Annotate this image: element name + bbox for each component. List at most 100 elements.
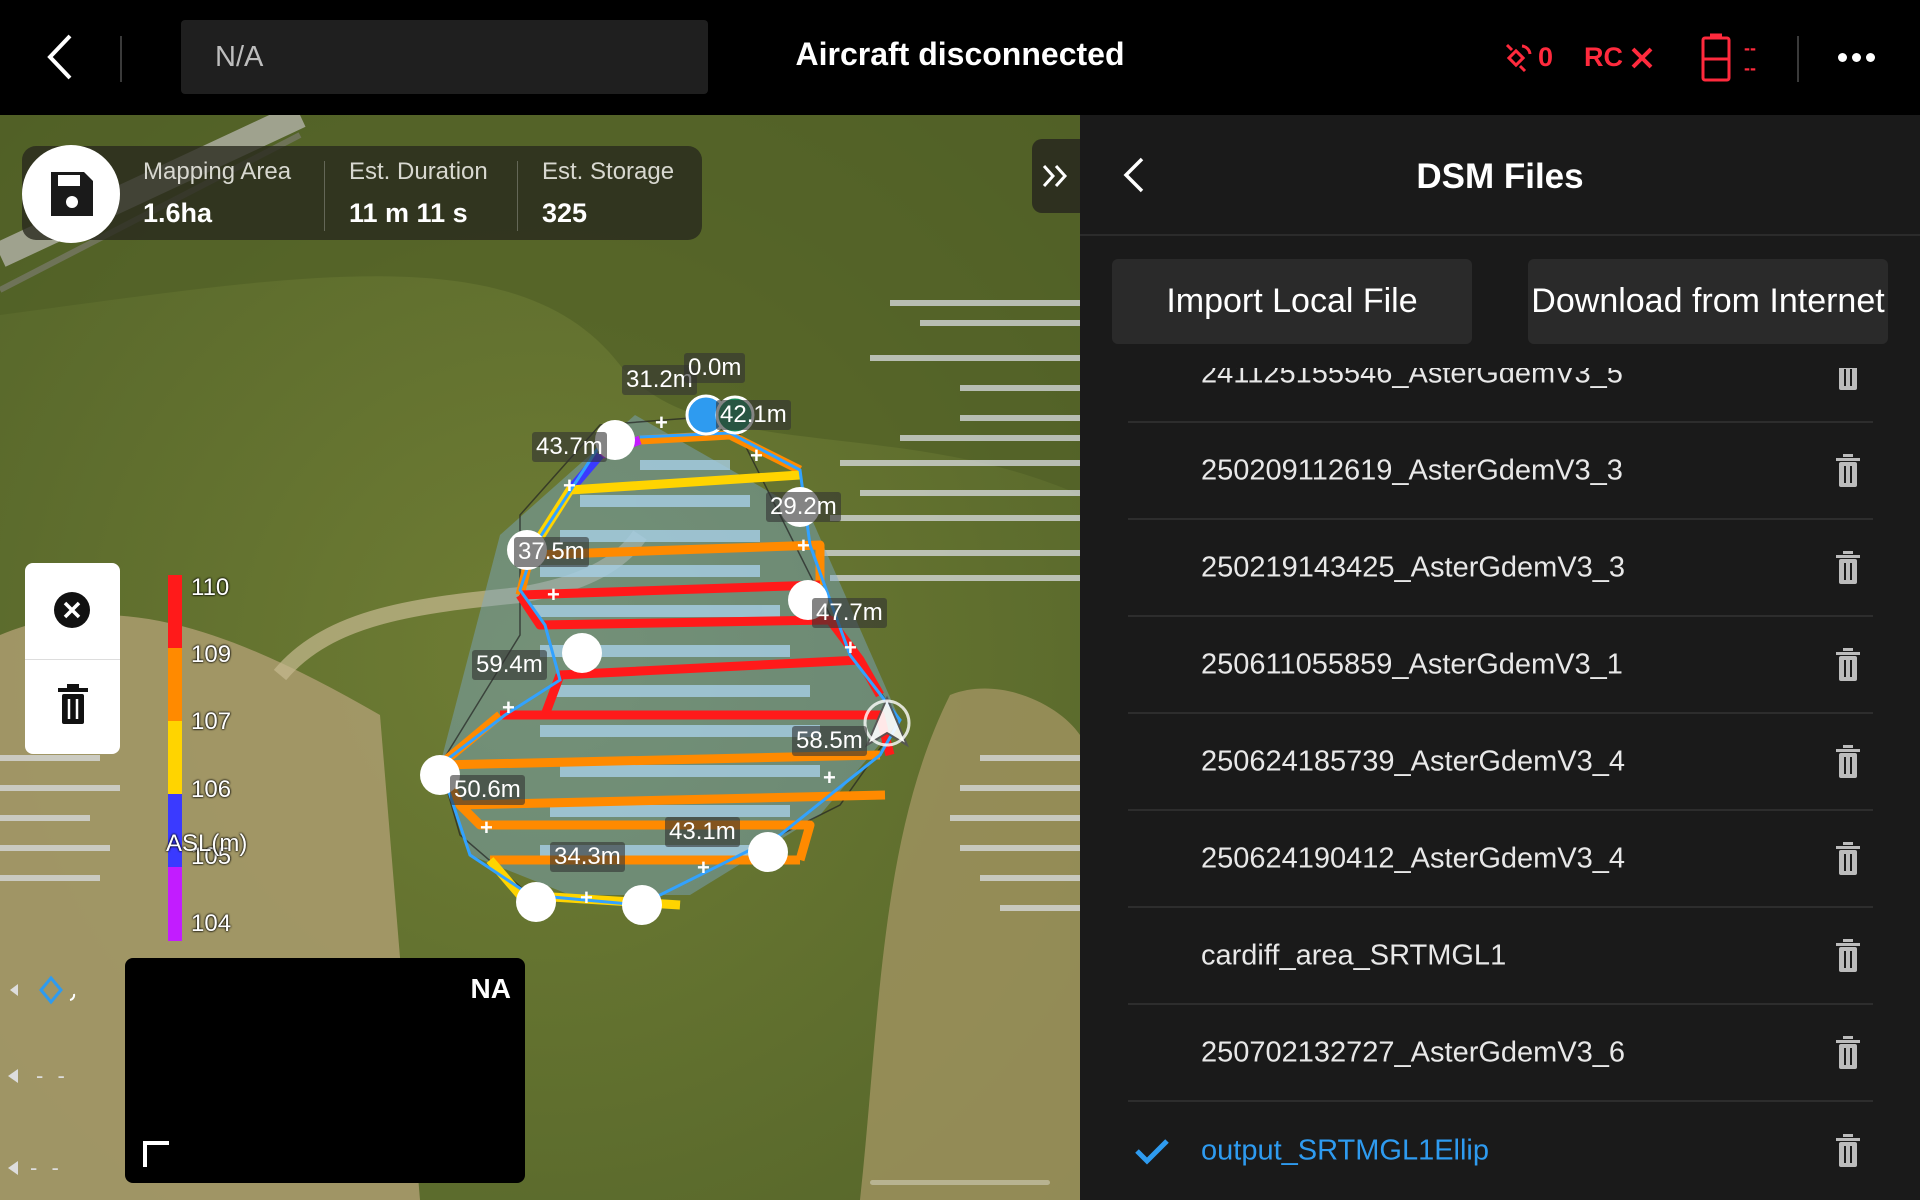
close-circle-icon	[54, 592, 90, 628]
compass-indicator[interactable]	[6, 970, 86, 1015]
stat-storage: Est. Storage 325	[542, 158, 674, 229]
trash-icon[interactable]	[1833, 841, 1863, 877]
fpv-preview[interactable]: NA	[125, 958, 525, 1183]
import-local-file-button[interactable]: Import Local File	[1112, 259, 1472, 344]
gps-status[interactable]: 0	[1502, 0, 1553, 115]
trash-icon[interactable]	[1833, 453, 1863, 489]
back-button[interactable]	[40, 28, 80, 86]
file-row[interactable]: 250702132727_AsterGdemV3_6	[1128, 1005, 1873, 1102]
chevron-left-icon	[1123, 157, 1144, 193]
triangle-left-icon	[8, 1161, 18, 1175]
clear-button[interactable]	[25, 563, 120, 658]
double-chevron-right-icon	[1042, 164, 1068, 188]
battery-value-2: --	[1744, 57, 1756, 78]
battery-status[interactable]: -- --	[1700, 0, 1756, 115]
stat-label: Mapping Area	[143, 158, 292, 185]
file-row[interactable]: 250219143425_AsterGdemV3_3	[1128, 520, 1873, 617]
file-name: 250624190412_AsterGdemV3_4	[1201, 842, 1626, 874]
battery-icon	[1701, 33, 1731, 81]
checkmark-icon	[1135, 1138, 1169, 1165]
save-button[interactable]	[22, 145, 120, 243]
satellite-count: 0	[1538, 42, 1554, 72]
stat-label: Est. Storage	[542, 158, 675, 185]
dot	[1866, 53, 1875, 62]
file-row[interactable]: 250624190412_AsterGdemV3_4	[1128, 811, 1873, 908]
trash-icon[interactable]	[1833, 647, 1863, 683]
distance-label: 42.1m	[716, 400, 791, 430]
chevron-left-icon	[47, 34, 72, 80]
trash-icon[interactable]	[1833, 938, 1863, 974]
speed-value: - -	[30, 1155, 63, 1180]
svg-text:+: +	[697, 855, 710, 880]
file-row[interactable]: cardiff_area_SRTMGL1	[1128, 908, 1873, 1005]
distance-label: 47.7m	[812, 598, 887, 628]
distance-label: 37.5m	[514, 537, 589, 567]
mission-name-field[interactable]: N/A	[181, 20, 708, 94]
legend-tick: 110	[191, 574, 230, 601]
trash-icon[interactable]	[1833, 368, 1863, 392]
distance-label: 43.1m	[665, 817, 740, 847]
distance-label: 34.3m	[550, 842, 625, 872]
svg-text:+: +	[580, 885, 593, 910]
svg-text:+: +	[563, 473, 576, 498]
legend-tick: 109	[191, 641, 232, 668]
map-view[interactable]: + + + + + + + + + + + 31.2m 0.0m 42.1m 4…	[0, 115, 1080, 1200]
altitude-indicator: - -	[6, 1063, 69, 1089]
trash-icon[interactable]	[1833, 1133, 1863, 1169]
battery-value-1: --	[1744, 37, 1756, 58]
legend-tick: 107	[191, 708, 232, 735]
file-name: 250611055859_AsterGdemV3_1	[1201, 648, 1623, 680]
rc-status[interactable]: RC	[1584, 0, 1655, 115]
distance-label: 43.7m	[532, 432, 607, 462]
stat-duration: Est. Duration 11 m 11 s	[349, 158, 488, 229]
file-name: 250702132727_AsterGdemV3_6	[1201, 1036, 1626, 1068]
panel-back-button[interactable]	[1120, 152, 1150, 198]
home-indicator	[870, 1180, 1050, 1185]
location-diamond-icon	[10, 975, 76, 1005]
elevation-legend-bar	[168, 575, 182, 941]
legend-gradient	[168, 575, 182, 941]
stat-value: 1.6ha	[143, 198, 213, 228]
panel-title: DSM Files	[1416, 157, 1584, 196]
rc-label: RC	[1584, 42, 1623, 72]
legend-unit: ASL(m)	[166, 830, 248, 857]
trash-icon[interactable]	[1833, 1035, 1863, 1071]
svg-text:+: +	[797, 533, 810, 558]
delete-button[interactable]	[25, 660, 120, 755]
divider	[1080, 234, 1920, 236]
divider	[1797, 36, 1799, 82]
trash-icon[interactable]	[1833, 744, 1863, 780]
file-row-selected[interactable]: output_SRTMGL1Ellip	[1128, 1102, 1873, 1199]
app-root: N/A Aircraft disconnected 0 RC -- -- + +…	[0, 0, 1920, 1200]
divider	[517, 161, 518, 231]
triangle-left-icon	[8, 1069, 18, 1083]
file-name: 250624185739_AsterGdemV3_4	[1201, 745, 1626, 777]
distance-label: 50.6m	[450, 775, 525, 805]
speed-indicator: - -	[6, 1155, 63, 1181]
dsm-file-list[interactable]: 241125155546_AsterGdemV3_5 250209112619_…	[1080, 368, 1920, 1200]
collapse-panel-button[interactable]	[1032, 139, 1080, 213]
altitude-value: - -	[36, 1063, 69, 1088]
dot	[1838, 53, 1847, 62]
close-icon	[1631, 47, 1653, 68]
expand-corner-icon[interactable]	[143, 1141, 169, 1167]
trash-icon[interactable]	[1833, 550, 1863, 586]
file-name: 250209112619_AsterGdemV3_3	[1201, 454, 1623, 486]
distance-label: 0.0m	[684, 353, 746, 383]
distance-label: 58.5m	[792, 726, 867, 756]
more-options-button[interactable]	[1838, 40, 1884, 74]
connection-status-title: Aircraft disconnected	[795, 36, 1125, 72]
file-name: cardiff_area_SRTMGL1	[1201, 939, 1507, 971]
file-row[interactable]: 250209112619_AsterGdemV3_3	[1128, 423, 1873, 520]
file-row[interactable]: 241125155546_AsterGdemV3_5	[1128, 368, 1873, 423]
download-from-internet-button[interactable]: Download from Internet	[1528, 259, 1888, 344]
svg-text:+: +	[480, 815, 493, 840]
file-row[interactable]: 250624185739_AsterGdemV3_4	[1128, 714, 1873, 811]
file-name: 250219143425_AsterGdemV3_3	[1201, 551, 1626, 583]
satellite-icon	[1505, 43, 1532, 72]
file-row[interactable]: 250611055859_AsterGdemV3_1	[1128, 617, 1873, 714]
fpv-label: NA	[470, 973, 511, 1004]
divider	[120, 36, 122, 82]
file-name: 241125155546_AsterGdemV3_5	[1201, 368, 1623, 389]
legend-tick: 104	[191, 910, 232, 937]
